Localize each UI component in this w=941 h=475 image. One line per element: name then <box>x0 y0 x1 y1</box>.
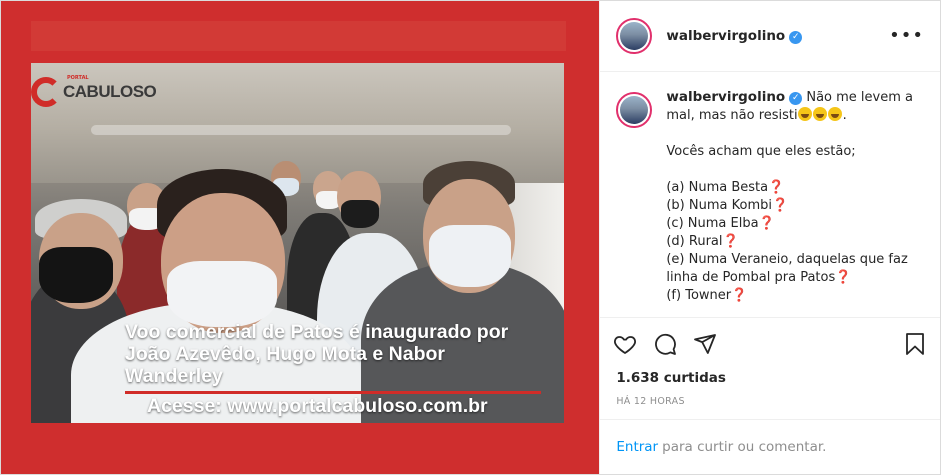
media-top-band <box>31 21 566 51</box>
option-text: (d) Rural <box>666 233 723 249</box>
comment-text: Não me levem a <box>806 89 913 105</box>
login-prompt-text: para curtir ou comentar. <box>662 438 827 455</box>
caption-line: Wanderley <box>125 365 223 387</box>
cabin-ceiling-light <box>91 125 511 135</box>
avatar[interactable] <box>616 17 653 54</box>
comment-text: . <box>842 107 847 123</box>
caption-line: João Azevêdo, Hugo Mota e Nabor <box>125 343 445 365</box>
login-link[interactable]: Entrar <box>616 439 658 455</box>
passenger-mask <box>167 261 277 327</box>
laughing-emoji-icon <box>827 106 842 121</box>
option-text: (c) Numa Elba <box>666 215 759 231</box>
comment-option: (a) Numa Besta❓ <box>666 179 913 197</box>
save-button[interactable] <box>902 331 928 357</box>
comment-option: linha de Pombal pra Patos❓ <box>666 269 913 287</box>
verified-icon: ✓ <box>789 30 803 44</box>
comment-option: (d) Rural❓ <box>666 233 913 251</box>
header-username-text: walbervirgolino <box>666 27 786 44</box>
option-text: linha de Pombal pra Patos <box>666 269 836 285</box>
action-bar <box>600 318 940 369</box>
login-prompt: Entrar para curtir ou comentar. <box>600 418 940 474</box>
question-mark-icon: ❓ <box>722 233 739 249</box>
option-text: (b) Numa Kombi <box>666 197 772 213</box>
question-mark-icon: ❓ <box>771 197 789 213</box>
comment-icon <box>655 333 677 355</box>
avatar-image <box>620 95 649 124</box>
bookmark-icon <box>906 333 924 355</box>
comment-text: mal, mas não resisti <box>666 107 798 123</box>
header-username[interactable]: walbervirgolino ✓ <box>666 27 803 44</box>
option-text: (e) Numa Veraneio, daquelas que faz <box>666 251 908 267</box>
comment-option: (f) Towner❓ <box>666 287 913 305</box>
laughing-emoji-icon <box>797 106 812 121</box>
passenger-mask <box>429 225 511 287</box>
heart-icon <box>614 336 637 355</box>
laughing-emoji-icon <box>812 106 827 121</box>
avatar-image <box>620 21 649 50</box>
caption-line: Voo comercial de Patos é inaugurado por <box>125 321 509 343</box>
caption-divider <box>125 391 541 394</box>
comment-button[interactable] <box>652 331 678 357</box>
option-text: (a) Numa Besta <box>666 179 769 195</box>
more-icon[interactable]: ••• <box>889 25 924 46</box>
avatar[interactable] <box>616 91 653 128</box>
post-side-panel: walbervirgolino ✓ ••• walbervirgolino ✓ Nã… <box>600 1 940 474</box>
question-mark-icon: ❓ <box>768 179 785 195</box>
post-timestamp[interactable]: HÁ 12 HORAS <box>600 391 940 419</box>
post-media[interactable]: CABULOSO PORTAL Voo comercial de Patos é… <box>1 1 601 474</box>
likes-count[interactable]: 1.638 curtidas <box>600 370 940 392</box>
verified-icon: ✓ <box>789 91 803 105</box>
logo-tag: PORTAL <box>67 75 89 81</box>
logo-mark <box>31 77 61 107</box>
portal-cabuloso-logo: CABULOSO PORTAL <box>31 75 157 107</box>
comments-area: walbervirgolino ✓ Não me levem a mal, mas… <box>600 72 940 319</box>
comment-line: mal, mas não resisti. <box>666 106 913 125</box>
passenger-mask <box>39 247 113 303</box>
caption-url: Acesse: www.portalcabuloso.com.br <box>147 395 488 417</box>
question-mark-icon: ❓ <box>835 269 852 285</box>
share-icon <box>694 334 717 354</box>
question-mark-icon: ❓ <box>731 287 748 303</box>
media-caption: Voo comercial de Patos é inaugurado por … <box>125 321 555 387</box>
post-header: walbervirgolino ✓ ••• <box>600 1 940 72</box>
caption-comment: walbervirgolino ✓ Não me levem a mal, mas… <box>666 88 913 317</box>
passenger-mask <box>341 200 379 228</box>
share-button[interactable] <box>692 331 718 357</box>
comment-line: walbervirgolino ✓ Não me levem a <box>666 88 913 107</box>
comment-text: Vocês acham que eles estão; <box>666 143 856 159</box>
comment-option: (b) Numa Kombi❓ <box>666 197 913 215</box>
instagram-post: CABULOSO PORTAL Voo comercial de Patos é… <box>0 0 941 475</box>
option-text: (f) Towner <box>666 287 732 303</box>
logo-text: CABULOSO <box>63 82 157 101</box>
comment-option: (c) Numa Elba❓ <box>666 215 913 233</box>
question-mark-icon: ❓ <box>758 215 775 231</box>
comment-username[interactable]: walbervirgolino <box>666 89 785 105</box>
like-button[interactable] <box>612 331 638 357</box>
comment-option: (e) Numa Veraneio, daquelas que faz <box>666 251 913 269</box>
